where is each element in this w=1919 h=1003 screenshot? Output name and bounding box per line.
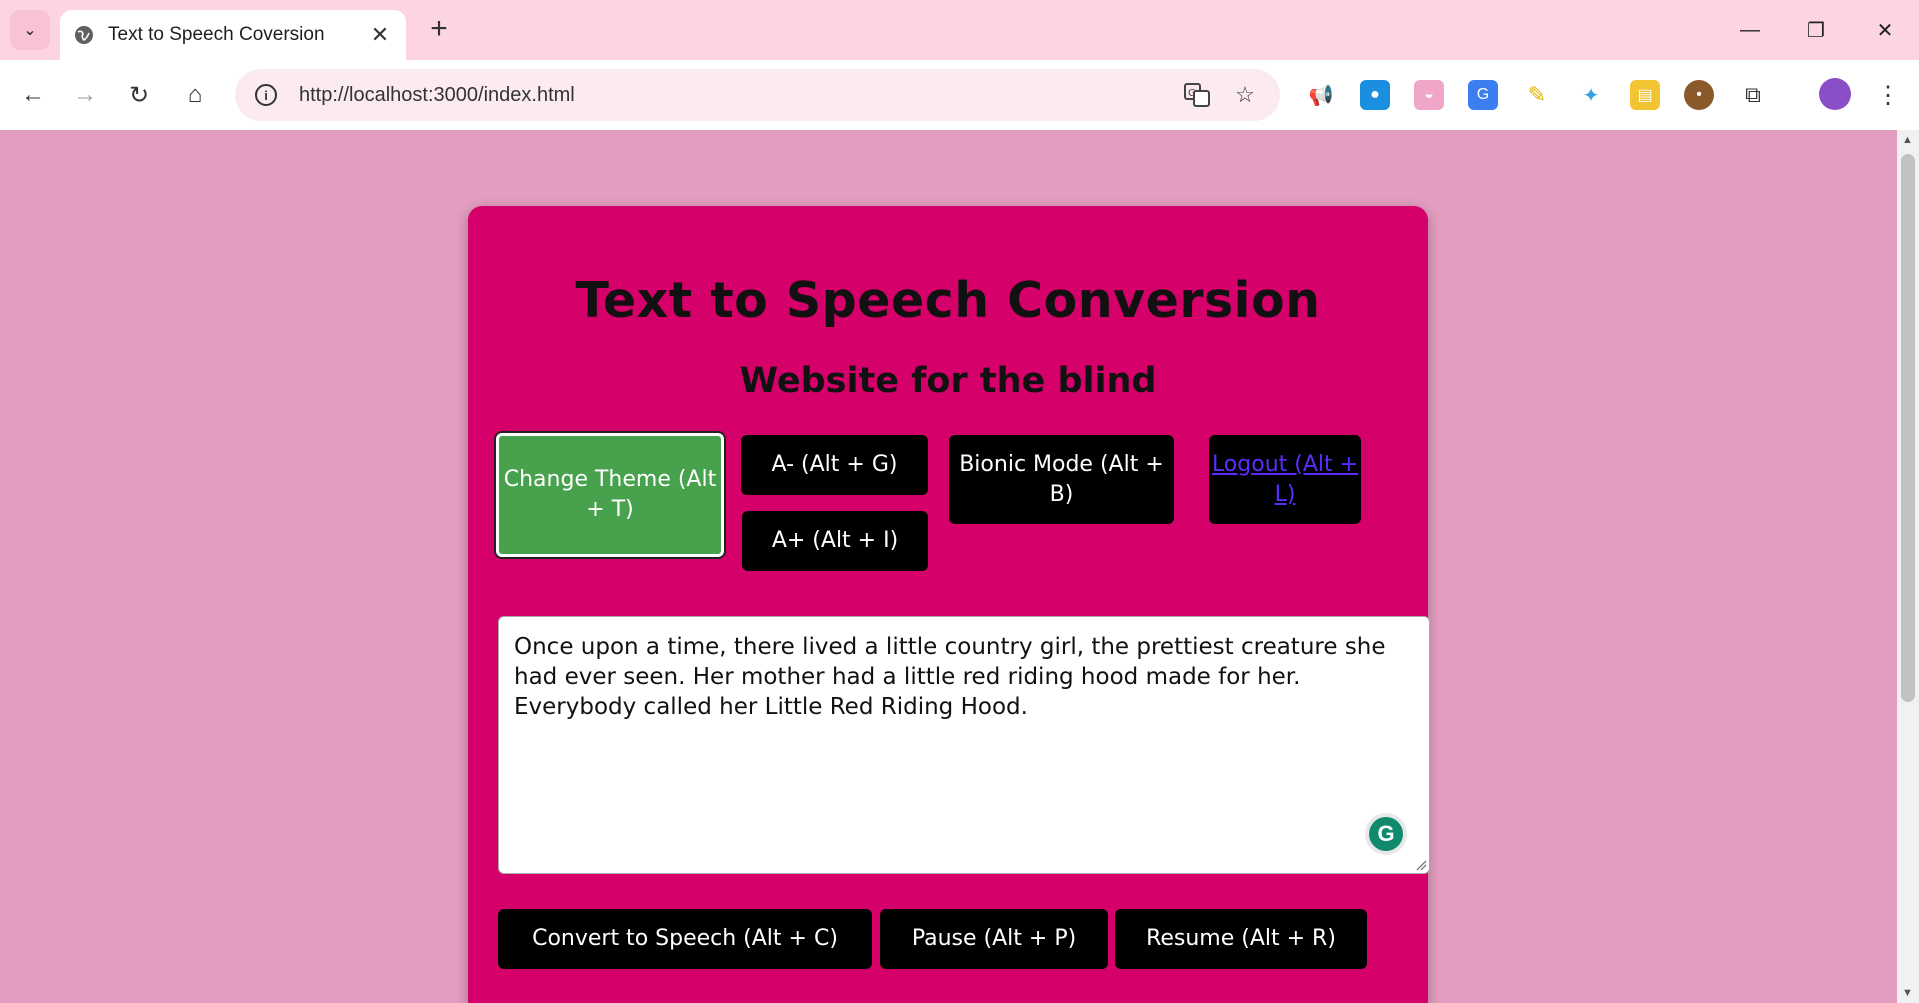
change-theme-button[interactable]: Change Theme (Alt + T) (496, 433, 724, 557)
scroll-down-arrow-icon[interactable]: ▼ (1902, 987, 1913, 999)
tab-close-icon[interactable]: ✕ (368, 22, 392, 48)
restore-icon[interactable]: ❐ (1786, 10, 1846, 50)
back-arrow-icon[interactable]: ← (14, 76, 52, 114)
cookie-extension-icon[interactable]: • (1684, 80, 1714, 110)
browser-toolbar: ← → ↻ ⌂ i http://localhost:3000/index.ht… (0, 60, 1919, 130)
browser-tab-strip: ⌄ Text to Speech Coversion ✕ + — ❐ ✕ (0, 0, 1919, 60)
bird-extension-icon[interactable]: ✦ (1576, 80, 1606, 110)
lips-extension-icon[interactable]: ◒ (1414, 80, 1444, 110)
scrollbar-thumb[interactable] (1901, 154, 1915, 702)
browser-menu-icon[interactable]: ⋮ (1873, 78, 1903, 112)
home-icon[interactable]: ⌂ (176, 76, 214, 114)
bionic-mode-button[interactable]: Bionic Mode (Alt + B) (949, 435, 1174, 524)
font-increase-button[interactable]: A+ (Alt + I) (742, 511, 928, 571)
page-scrollbar[interactable]: ▲ ▼ (1897, 130, 1919, 1003)
resize-handle-icon[interactable] (1415, 859, 1427, 871)
svg-text:G: G (1188, 88, 1196, 99)
droplet-extension-icon[interactable]: ● (1360, 80, 1390, 110)
site-info-icon[interactable]: i (255, 84, 277, 106)
extensions-puzzle-icon[interactable]: ⧉ (1738, 80, 1768, 110)
pause-button[interactable]: Pause (Alt + P) (880, 909, 1108, 969)
convert-to-speech-button[interactable]: Convert to Speech (Alt + C) (498, 909, 872, 969)
google-translate-extension-icon[interactable]: G (1468, 80, 1498, 110)
grammarly-g-icon: G (1369, 817, 1403, 851)
highlighter-extension-icon[interactable]: ✎ (1522, 80, 1552, 110)
window-close-icon[interactable]: ✕ (1855, 10, 1915, 50)
page-subtitle: Website for the blind (739, 361, 1157, 401)
page-title: Text to Speech Conversion (575, 272, 1321, 329)
grammarly-icon[interactable]: G (1365, 813, 1407, 855)
resume-button[interactable]: Resume (Alt + R) (1115, 909, 1367, 969)
tts-card: Text to Speech Conversion Website for th… (468, 206, 1430, 1003)
forward-arrow-icon[interactable]: → (66, 76, 104, 114)
translate-icon[interactable]: G (1182, 80, 1212, 110)
speech-text-input[interactable]: Once upon a time, there lived a little c… (498, 616, 1430, 874)
megaphone-extension-icon[interactable]: 📢 (1306, 80, 1336, 110)
logout-button[interactable]: Logout (Alt + L) (1209, 435, 1361, 524)
address-bar[interactable]: i http://localhost:3000/index.html G ☆ (235, 69, 1280, 121)
new-tab-plus-icon[interactable]: + (424, 14, 454, 44)
tab-title: Text to Speech Coversion (108, 24, 325, 45)
bookmark-star-icon[interactable]: ☆ (1230, 80, 1260, 110)
globe-icon (75, 26, 93, 44)
tab-search-chevron-icon[interactable]: ⌄ (10, 10, 50, 50)
notes-extension-icon[interactable]: ▤ (1630, 80, 1660, 110)
minimize-icon[interactable]: — (1720, 10, 1780, 50)
reload-icon[interactable]: ↻ (120, 76, 158, 114)
logout-link[interactable]: Logout (Alt + L) (1209, 450, 1361, 510)
url-text[interactable]: http://localhost:3000/index.html (299, 84, 1164, 107)
textarea-value[interactable]: Once upon a time, there lived a little c… (514, 632, 1409, 722)
profile-avatar[interactable] (1819, 78, 1851, 110)
browser-tab-active[interactable]: Text to Speech Coversion ✕ (60, 10, 406, 60)
scroll-up-arrow-icon[interactable]: ▲ (1902, 134, 1913, 146)
font-decrease-button[interactable]: A- (Alt + G) (741, 435, 928, 495)
